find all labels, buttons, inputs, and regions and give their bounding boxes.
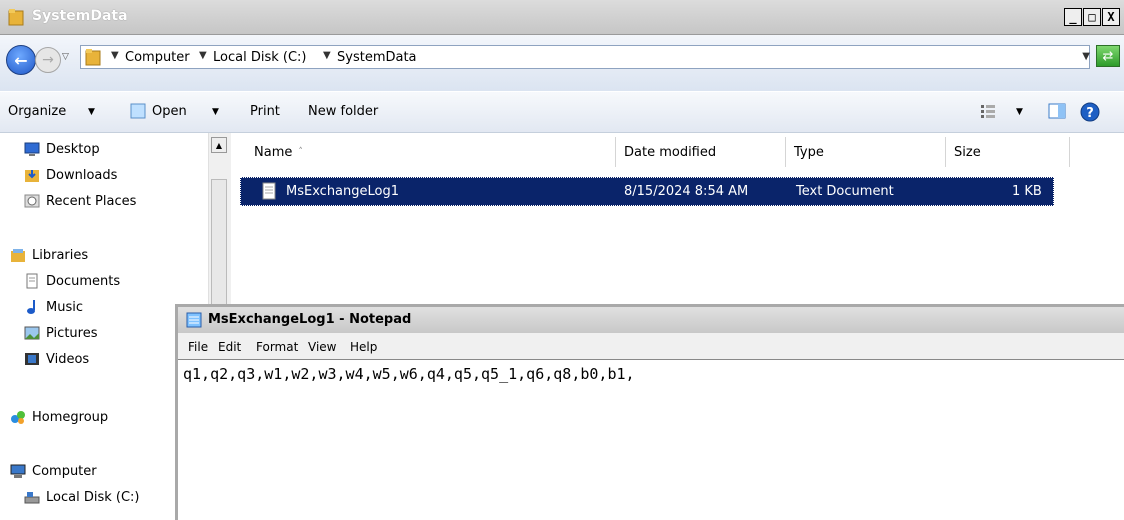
nav-item-label: Music [46,299,83,315]
downloads-folder-icon [25,170,39,182]
nav-item-label: Documents [46,273,121,289]
explorer-title-bar[interactable]: SystemData _ □ X [0,0,1124,35]
back-button[interactable]: ← [6,45,36,75]
file-date-modified: 8/15/2024 8:54 AM [624,184,749,199]
libraries-icon [11,249,25,262]
window-title: SystemData [32,8,128,24]
nav-item-documents[interactable]: Documents [24,273,120,289]
address-history-dropdown[interactable]: ▼ [1082,51,1090,62]
svg-text:?: ? [1086,106,1094,121]
nav-item-pictures[interactable]: Pictures [24,325,97,341]
nav-item-recent-places[interactable]: Recent Places [24,193,136,209]
nav-item-label: Desktop [46,141,100,157]
nav-item-libraries[interactable]: Libraries [10,247,88,263]
folder-icon [8,9,24,26]
nav-item-local-disk[interactable]: Local Disk (C:) [24,489,139,505]
computer-icon [10,464,26,478]
file-type: Text Document [796,184,894,199]
nav-item-desktop[interactable]: Desktop [24,141,100,157]
arrow-right-icon: → [42,52,54,68]
maximize-button[interactable]: □ [1083,8,1101,26]
chevron-down-icon[interactable]: ▼ [88,107,95,117]
music-icon [27,300,35,314]
organize-button[interactable]: Organize [8,104,66,119]
breadcrumb-computer[interactable]: Computer [125,50,190,65]
print-button[interactable]: Print [250,104,280,119]
file-name: MsExchangeLog1 [286,184,400,199]
column-header-type[interactable]: Type [786,137,946,167]
desktop-icon [24,142,40,156]
chevron-down-icon[interactable]: ▼ [212,107,219,117]
recent-places-icon [24,194,40,208]
notepad-title-bar[interactable]: MsExchangeLog1 - Notepad [178,307,1124,333]
forward-button[interactable]: → [35,47,61,73]
open-icon [130,103,146,119]
nav-item-label: Downloads [46,167,118,183]
menu-view[interactable]: View [308,340,336,354]
column-header-label: Size [954,144,981,160]
column-header-date-modified[interactable]: Date modified [616,137,786,167]
recent-pages-dropdown[interactable]: ▽ [62,52,72,64]
new-folder-button[interactable]: New folder [308,104,378,119]
nav-item-videos[interactable]: Videos [24,351,89,367]
column-header-label: Type [794,144,824,160]
menu-edit[interactable]: Edit [218,340,241,354]
chevron-down-icon[interactable]: ▼ [111,50,119,61]
notepad-content: q1,q2,q3,w1,w2,w3,w4,w5,w6,q4,q5,q5_1,q6… [183,365,635,383]
nav-item-label: Pictures [46,325,98,341]
nav-item-label: Recent Places [46,193,137,209]
menu-help[interactable]: Help [350,340,377,354]
menu-file[interactable]: File [188,340,208,354]
breadcrumb-local-disk[interactable]: Local Disk (C:) [213,50,306,65]
column-header-name[interactable]: Name ˄ [246,137,616,167]
nav-item-downloads[interactable]: Downloads [24,167,117,183]
folder-icon [85,49,101,66]
chevron-down-icon[interactable]: ▼ [199,50,207,61]
notepad-icon [186,312,202,328]
address-bar[interactable]: ▼ Computer ▼ Local Disk (C:) ▼ SystemDat… [80,45,1090,69]
nav-item-label: Libraries [32,247,89,263]
refresh-button[interactable]: ⇄ [1096,45,1120,67]
open-button[interactable]: Open [152,104,187,119]
window-controls: _ □ X [1063,8,1120,26]
scroll-up-button[interactable]: ▲ [211,137,227,153]
column-header-label: Name [254,144,293,160]
nav-item-homegroup[interactable]: Homegroup [10,409,108,425]
preview-pane-icon[interactable] [1048,103,1066,119]
nav-item-computer[interactable]: Computer [10,463,97,479]
chevron-down-icon[interactable]: ▼ [323,50,331,61]
pictures-icon [24,326,40,340]
nav-item-label: Videos [46,351,90,367]
videos-icon [25,353,39,365]
documents-icon [26,273,38,289]
breadcrumb-systemdata[interactable]: SystemData [337,50,417,65]
file-size: 1 KB [1012,184,1042,199]
close-button[interactable]: X [1102,8,1120,26]
chevron-up-icon: ▲ [215,140,223,150]
chevron-down-icon[interactable]: ▼ [1016,107,1023,117]
column-header-label: Date modified [624,144,717,160]
menu-format[interactable]: Format [256,340,298,354]
homegroup-icon [11,411,25,424]
help-icon[interactable]: ? [1080,102,1100,122]
nav-item-music[interactable]: Music [24,299,83,315]
view-options-icon[interactable] [980,103,996,119]
arrow-left-icon: ← [14,50,28,70]
refresh-icon: ⇄ [1102,48,1114,64]
text-document-icon [262,182,276,200]
notepad-title: MsExchangeLog1 - Notepad [208,312,412,327]
nav-item-label: Homegroup [32,409,109,425]
nav-item-label: Computer [32,463,97,479]
sort-ascending-icon: ˄ [298,147,303,157]
column-header-size[interactable]: Size [946,137,1070,167]
hard-drive-icon [24,492,40,504]
nav-item-label: Local Disk (C:) [46,489,140,505]
minimize-button[interactable]: _ [1064,8,1082,26]
notepad-text-area[interactable]: q1,q2,q3,w1,w2,w3,w4,w5,w6,q4,q5,q5_1,q6… [178,359,1124,520]
